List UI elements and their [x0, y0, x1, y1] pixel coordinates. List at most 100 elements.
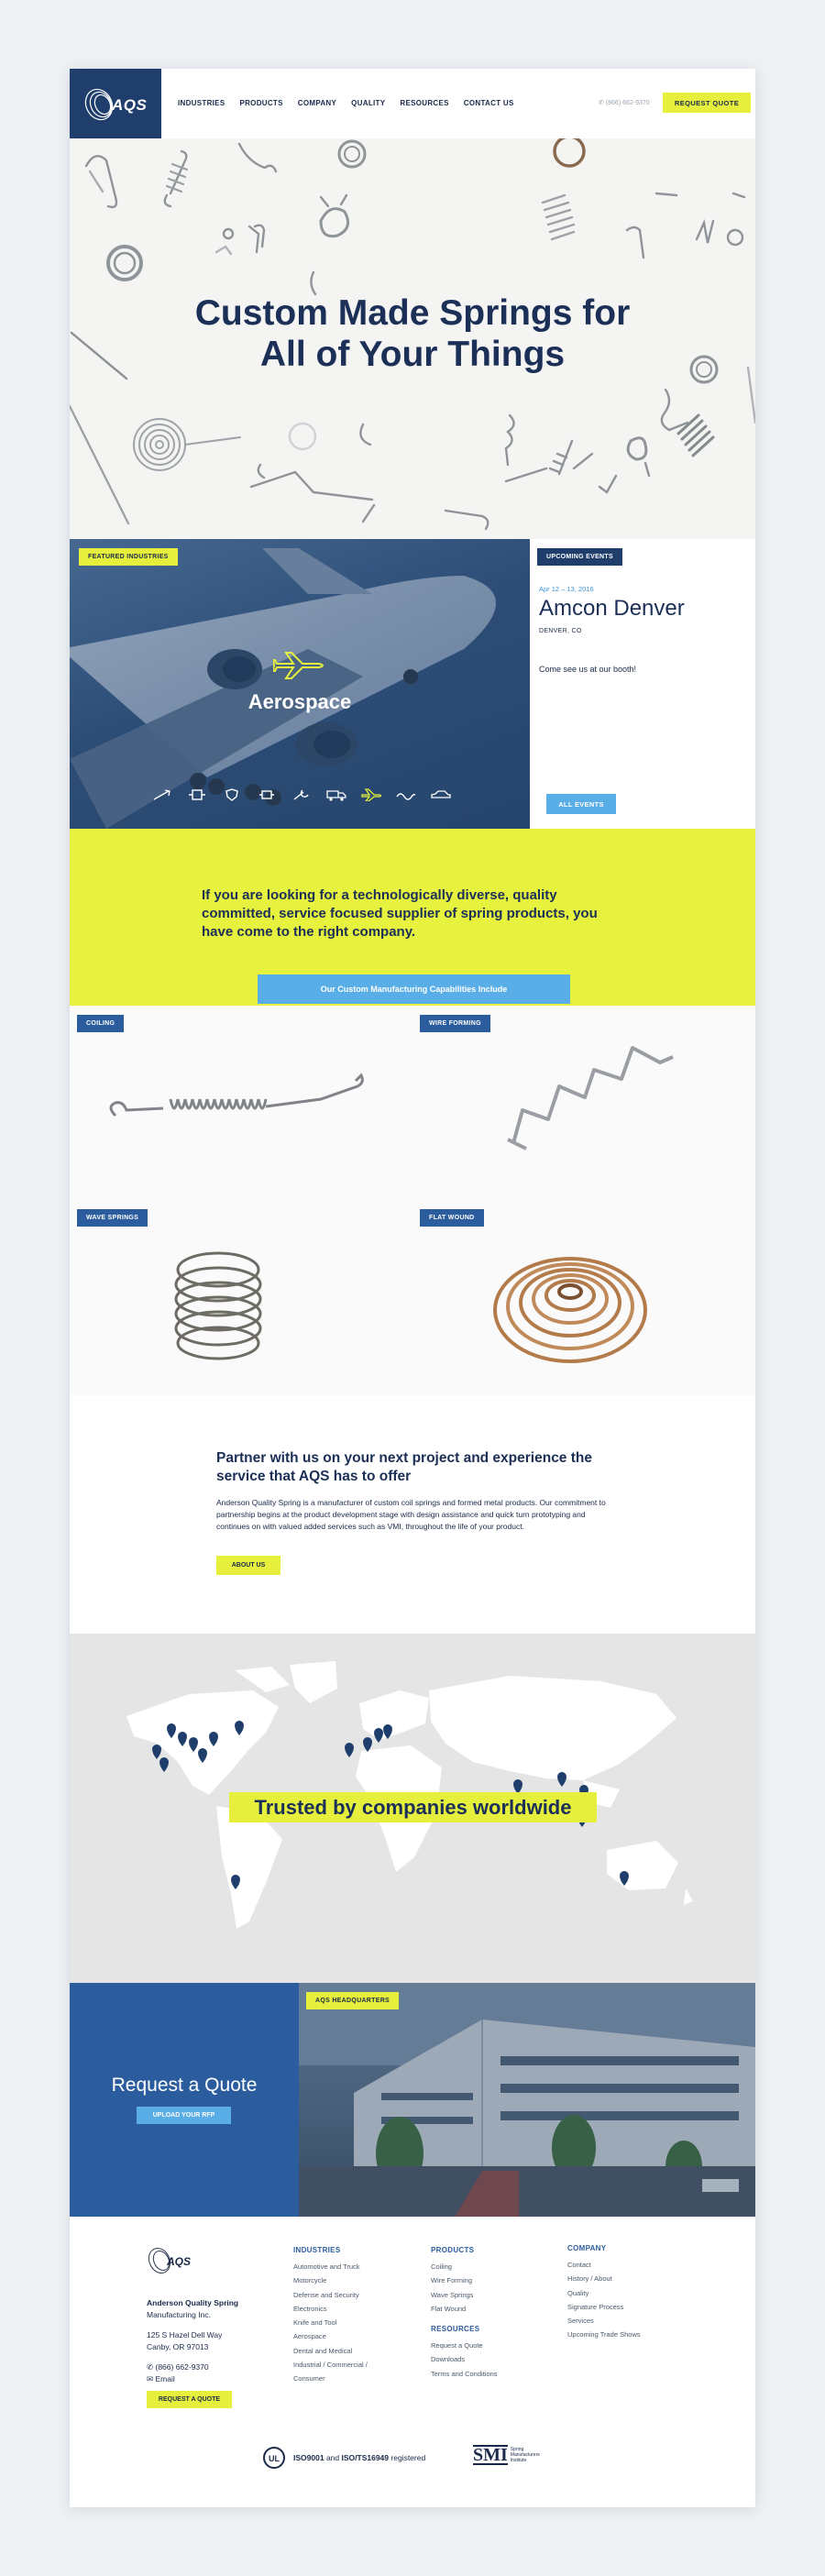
- car-icon[interactable]: [431, 788, 451, 801]
- footer-industries-column: INDUSTRIES Automotive and Truck Motorcyc…: [293, 2246, 368, 2386]
- world-map-section: Trusted by companies worldwide: [70, 1634, 755, 1983]
- site-header: AQS INDUSTRIES PRODUCTS COMPANY QUALITY …: [70, 69, 755, 138]
- footer-link[interactable]: Signature Process: [567, 2300, 641, 2314]
- footer-link[interactable]: Terms and Conditions: [431, 2367, 498, 2381]
- logo[interactable]: AQS: [70, 69, 161, 138]
- nav-industries[interactable]: INDUSTRIES: [178, 99, 225, 107]
- footer-link[interactable]: Coiling: [431, 2260, 498, 2273]
- event-date: Apr 12 – 13, 2016: [539, 585, 594, 593]
- featured-industry-title: Aerospace: [248, 690, 352, 713]
- airplane-photo: [70, 539, 530, 829]
- footer-link[interactable]: Aerospace: [293, 2329, 368, 2343]
- footer-link[interactable]: Motorcycle: [293, 2273, 368, 2287]
- nav-quality[interactable]: QUALITY: [351, 99, 385, 107]
- aerospace-airplane-icon: [273, 652, 324, 679]
- footer-link[interactable]: Request a Quote: [431, 2339, 498, 2352]
- footer-company-column: COMPANY Contact History / About Quality …: [567, 2244, 641, 2342]
- footer-email[interactable]: ✉ Email: [147, 2373, 238, 2385]
- shield-icon[interactable]: [222, 788, 242, 801]
- event-title[interactable]: Amcon Denver: [539, 596, 685, 622]
- electronics-icon[interactable]: [257, 788, 277, 801]
- footer-address: Anderson Quality Spring Manufacturing In…: [147, 2297, 238, 2385]
- page: AQS INDUSTRIES PRODUCTS COMPANY QUALITY …: [70, 69, 755, 2507]
- capability-coiling[interactable]: COILING: [70, 1006, 412, 1200]
- capability-wave-springs[interactable]: WAVE SPRINGS: [70, 1200, 412, 1394]
- cert-and: and: [325, 2453, 340, 2462]
- footer-address-line2: Canby, OR 97013: [147, 2342, 209, 2351]
- quote-panel: Request a Quote UPLOAD YOUR RFP: [70, 1983, 299, 2217]
- capabilities-button[interactable]: Our Custom Manufacturing Capabilities In…: [258, 974, 570, 1004]
- event-description: Come see us at our booth!: [539, 665, 637, 674]
- all-events-button[interactable]: ALL EVENTS: [546, 794, 616, 814]
- partner-body: Anderson Quality Spring is a manufacture…: [216, 1498, 606, 1531]
- headquarters-photo: AQS HEADQUARTERS: [299, 1983, 755, 2217]
- footer-link[interactable]: Dental and Medical: [293, 2344, 368, 2358]
- truck-icon[interactable]: [326, 788, 346, 801]
- capability-flat-wound[interactable]: FLAT WOUND: [412, 1200, 755, 1394]
- certification-line: UL ISO9001 and ISO/TS16949 registered: [262, 2446, 425, 2470]
- main-nav: INDUSTRIES PRODUCTS COMPANY QUALITY RESO…: [178, 99, 514, 107]
- nav-company[interactable]: COMPANY: [298, 99, 336, 107]
- footer-link[interactable]: Quality: [567, 2286, 641, 2300]
- smi-logo: SMI Spring Manufacturers Institute: [473, 2445, 540, 2465]
- footer-link[interactable]: History / About: [567, 2272, 641, 2285]
- missile-icon[interactable]: [152, 788, 172, 801]
- wire-form-image: [507, 1046, 674, 1150]
- footer-link[interactable]: Wave Springs: [431, 2288, 498, 2302]
- footer-link[interactable]: Industrial / Commercial /: [293, 2358, 368, 2372]
- logo-text: AQS: [112, 96, 148, 114]
- hero-title: Custom Made Springs for All of Your Thin…: [70, 292, 755, 375]
- footer-company-title: COMPANY: [567, 2244, 607, 2252]
- request-quote-button[interactable]: REQUEST QUOTE: [663, 93, 751, 113]
- upload-rfp-button[interactable]: UPLOAD YOUR RFP: [137, 2107, 231, 2124]
- wrench-icon[interactable]: [292, 788, 312, 801]
- footer-logo-text: AQS: [166, 2255, 191, 2268]
- smi-name: Spring Manufacturers Institute: [511, 2447, 540, 2463]
- quote-title: Request a Quote: [111, 2075, 258, 2096]
- footer-products-column: PRODUCTS Coiling Wire Forming Wave Sprin…: [431, 2246, 498, 2381]
- event-location: DENVER, CO: [539, 628, 582, 634]
- nav-resources[interactable]: RESOURCES: [400, 99, 448, 107]
- featured-industries-badge: FEATURED INDUSTRIES: [79, 548, 178, 566]
- footer-link[interactable]: Flat Wound: [431, 2302, 498, 2316]
- partner-heading: Partner with us on your next project and…: [216, 1450, 592, 1484]
- footer-phone[interactable]: ✆ (866) 662-9370: [147, 2361, 238, 2373]
- capability-wire-forming[interactable]: WIRE FORMING: [412, 1006, 755, 1200]
- footer-link[interactable]: Defense and Security: [293, 2288, 368, 2302]
- capability-label-flat-wound: FLAT WOUND: [420, 1209, 484, 1227]
- nav-products[interactable]: PRODUCTS: [239, 99, 282, 107]
- nav-contact-us[interactable]: CONTACT US: [464, 99, 514, 107]
- map-title: Trusted by companies worldwide: [229, 1792, 597, 1822]
- footer-company-name: Anderson Quality Spring: [147, 2298, 239, 2307]
- footer-link[interactable]: Downloads: [431, 2352, 498, 2366]
- footer-logo[interactable]: AQS: [147, 2244, 196, 2277]
- robot-icon[interactable]: [187, 788, 207, 801]
- ul-certification-icon: UL: [263, 2447, 285, 2469]
- airplane-icon[interactable]: [361, 788, 382, 802]
- capability-label-coiling: COILING: [77, 1015, 125, 1032]
- footer-email-label: Email: [155, 2374, 175, 2383]
- about-us-button[interactable]: ABOUT US: [216, 1556, 280, 1575]
- smi-text-3: Institute: [510, 2458, 527, 2463]
- cert-iso9001: ISO9001: [293, 2453, 324, 2462]
- site-footer: AQS Anderson Quality Spring Manufacturin…: [70, 2217, 755, 2507]
- footer-link[interactable]: Wire Forming: [431, 2273, 498, 2287]
- footer-link[interactable]: Consumer: [293, 2372, 368, 2385]
- footer-link[interactable]: Electronics: [293, 2302, 368, 2316]
- capability-label-wave-springs: WAVE SPRINGS: [77, 1209, 148, 1227]
- hero: Custom Made Springs for All of Your Thin…: [70, 138, 755, 539]
- featured-industries: FEATURED INDUSTRIES Aerospace: [70, 539, 530, 829]
- footer-link[interactable]: Contact: [567, 2258, 641, 2272]
- footer-link[interactable]: Services: [567, 2314, 641, 2328]
- wave-icon[interactable]: [396, 788, 416, 801]
- flat-wound-image: [493, 1257, 647, 1363]
- footer-link[interactable]: Automotive and Truck: [293, 2260, 368, 2273]
- footer-link[interactable]: Upcoming Trade Shows: [567, 2328, 641, 2341]
- coil-spring-image: [109, 1073, 364, 1117]
- headquarters-badge: AQS HEADQUARTERS: [306, 1992, 400, 2009]
- header-phone[interactable]: ✆ (866) 662-9370: [599, 99, 650, 106]
- footer-link[interactable]: Knife and Tool: [293, 2316, 368, 2329]
- upcoming-events: UPCOMING EVENTS Apr 12 – 13, 2016 Amcon …: [530, 539, 755, 829]
- certification-text: ISO9001 and ISO/TS16949 registered: [293, 2453, 425, 2462]
- footer-request-quote-button[interactable]: REQUEST A QUOTE: [147, 2391, 232, 2408]
